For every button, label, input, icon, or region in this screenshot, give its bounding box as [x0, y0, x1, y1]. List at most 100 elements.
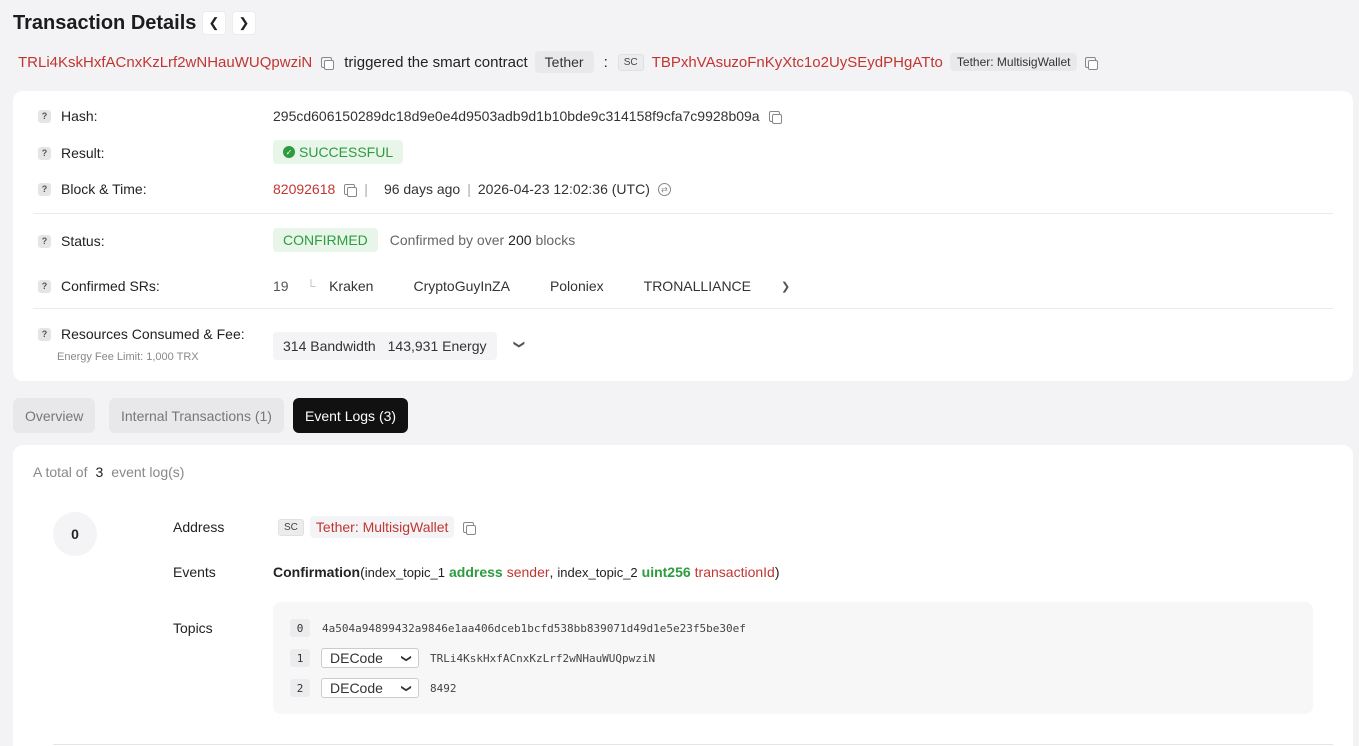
- result-value: SUCCESSFUL: [299, 144, 394, 160]
- divider: [33, 213, 1333, 214]
- status-label: Status:: [61, 233, 105, 249]
- topic-index: 2: [290, 679, 310, 697]
- result-label-row: ? Result:: [38, 145, 105, 161]
- tab-internal-transactions[interactable]: Internal Transactions (1): [109, 398, 284, 433]
- srs-label-row: ? Confirmed SRs:: [38, 278, 160, 294]
- tab-overview[interactable]: Overview: [13, 398, 96, 433]
- srs-count: 19: [273, 278, 289, 294]
- decode-select[interactable]: DECode ❯: [321, 648, 419, 668]
- help-icon[interactable]: ?: [38, 109, 51, 123]
- address-row: SC Tether: MultisigWallet: [278, 516, 477, 538]
- param1-name: index_topic_1: [364, 565, 446, 580]
- energy-fee-limit: Energy Fee Limit: 1,000 TRX: [57, 351, 199, 363]
- page-title: Transaction Details: [13, 12, 197, 34]
- event-signature: Confirmation ( index_topic_1 address sen…: [273, 564, 780, 580]
- colon-separator: :: [603, 53, 608, 71]
- param2-type: uint256: [641, 564, 691, 580]
- token-name-badge[interactable]: Tether: [534, 51, 594, 73]
- separator: |: [467, 181, 471, 197]
- help-icon[interactable]: ?: [38, 146, 51, 160]
- confirmed-prefix: Confirmed by over: [389, 232, 505, 248]
- sr-poloniex[interactable]: Poloniex: [550, 278, 604, 294]
- separator: |: [364, 181, 368, 197]
- hash-value: 295cd606150289dc18d9e0e4d9503adb9d1b10bd…: [273, 108, 760, 124]
- copy-icon[interactable]: [1085, 56, 1099, 70]
- chevron-down-icon[interactable]: ❯: [513, 340, 526, 349]
- sr-kraken[interactable]: Kraken: [329, 278, 373, 294]
- resources-label: Resources Consumed & Fee:: [61, 326, 245, 342]
- transaction-summary: TRLi4KskHxfACnxKzLrf2wNHauWUQpwziN trigg…: [18, 51, 1099, 73]
- decode-select[interactable]: DECode ❯: [321, 678, 419, 698]
- result-label: Result:: [61, 145, 105, 161]
- help-icon[interactable]: ?: [38, 327, 51, 341]
- copy-icon[interactable]: [321, 56, 335, 70]
- tab-event-logs[interactable]: Event Logs (3): [293, 398, 409, 433]
- tree-branch-icon: └: [306, 279, 316, 293]
- help-icon[interactable]: ?: [38, 182, 51, 196]
- topic-index: 1: [290, 649, 310, 667]
- topic-index: 0: [290, 619, 310, 637]
- topic-row: 0 4a504a94899432a9846e1aa406dceb1bcfd538…: [290, 619, 746, 637]
- energy-value: 143,931 Energy: [387, 338, 487, 354]
- result-row: ✓ SUCCESSFUL: [273, 140, 404, 164]
- next-transaction-button[interactable]: ❯: [232, 11, 256, 35]
- check-circle-icon: ✓: [283, 146, 295, 158]
- param1-var: sender: [506, 564, 550, 580]
- swap-time-icon[interactable]: ⇄: [657, 182, 671, 196]
- help-icon[interactable]: ?: [38, 279, 51, 293]
- sr-tronalliance[interactable]: TRONALLIANCE: [644, 278, 751, 294]
- block-number-link[interactable]: 82092618: [273, 181, 335, 197]
- copy-icon[interactable]: [463, 521, 477, 535]
- topic-row: 1 DECode ❯ TRLi4KskHxfACnxKzLrf2wNHauWUQ…: [290, 648, 655, 668]
- total-prefix: A total of: [33, 464, 88, 480]
- chevron-left-icon: ❮: [208, 15, 220, 30]
- event-name: Confirmation: [273, 564, 361, 580]
- copy-icon[interactable]: [344, 183, 358, 197]
- block-label-row: ? Block & Time:: [38, 181, 147, 197]
- from-address-link[interactable]: TRLi4KskHxfACnxKzLrf2wNHauWUQpwziN: [18, 54, 312, 71]
- sc-badge: SC: [278, 518, 304, 536]
- contract-address-link[interactable]: TBPxhVAsuzoFnKyXtc1o2UySEydPHgATto: [652, 54, 943, 71]
- help-icon[interactable]: ?: [38, 234, 51, 248]
- topic-value: 4a504a94899432a9846e1aa406dceb1bcfd538bb…: [322, 621, 746, 635]
- topic-value: 8492: [430, 681, 457, 695]
- srs-label: Confirmed SRs:: [61, 278, 160, 294]
- topic-row: 2 DECode ❯ 8492: [290, 678, 457, 698]
- contract-tag: Tether: MultisigWallet: [949, 53, 1078, 71]
- result-badge: ✓ SUCCESSFUL: [273, 140, 404, 164]
- resources-box: 314 Bandwidth 143,931 Energy: [273, 332, 497, 360]
- event-address-link[interactable]: Tether: MultisigWallet: [309, 516, 455, 538]
- srs-row: 19 └ Kraken CryptoGuyInZA Poloniex TRONA…: [273, 278, 790, 294]
- action-text: triggered the smart contract: [344, 53, 528, 71]
- chevron-right-icon: ❯: [238, 15, 250, 30]
- status-badge: CONFIRMED: [273, 228, 378, 252]
- param2-var: transactionId: [694, 564, 775, 580]
- block-age: 96 days ago: [383, 181, 461, 197]
- total-suffix: event log(s): [111, 464, 185, 480]
- decode-label: DECode: [330, 680, 383, 696]
- topic-value: TRLi4KskHxfACnxKzLrf2wNHauWUQpwziN: [430, 651, 656, 665]
- hash-label-row: ? Hash:: [38, 108, 98, 124]
- copy-icon[interactable]: [768, 110, 782, 124]
- prev-transaction-button[interactable]: ❮: [202, 11, 226, 35]
- confirmed-count: 200: [508, 232, 532, 248]
- hash-row: 295cd606150289dc18d9e0e4d9503adb9d1b10bd…: [273, 108, 782, 124]
- paren-close: ): [774, 564, 780, 580]
- chevron-down-icon: ❯: [400, 683, 412, 693]
- log-index-badge: 0: [53, 512, 97, 556]
- bandwidth-value: 314 Bandwidth: [283, 338, 376, 354]
- divider: [33, 308, 1333, 309]
- resources-label-row: ? Resources Consumed & Fee:: [38, 326, 245, 342]
- chevron-down-icon: ❯: [400, 653, 412, 663]
- param1-type: address: [449, 564, 503, 580]
- status-row: CONFIRMED Confirmed by over 200 blocks: [273, 228, 575, 252]
- chevron-down-icon[interactable]: ❯: [781, 280, 790, 293]
- confirmed-suffix: blocks: [535, 232, 576, 248]
- status-label-row: ? Status:: [38, 233, 105, 249]
- sr-cryptoguyinza[interactable]: CryptoGuyInZA: [413, 278, 509, 294]
- divider: [53, 744, 1333, 745]
- comma: ,: [549, 564, 554, 580]
- block-label: Block & Time:: [61, 181, 147, 197]
- sc-badge: SC: [617, 53, 644, 71]
- decode-label: DECode: [330, 650, 383, 666]
